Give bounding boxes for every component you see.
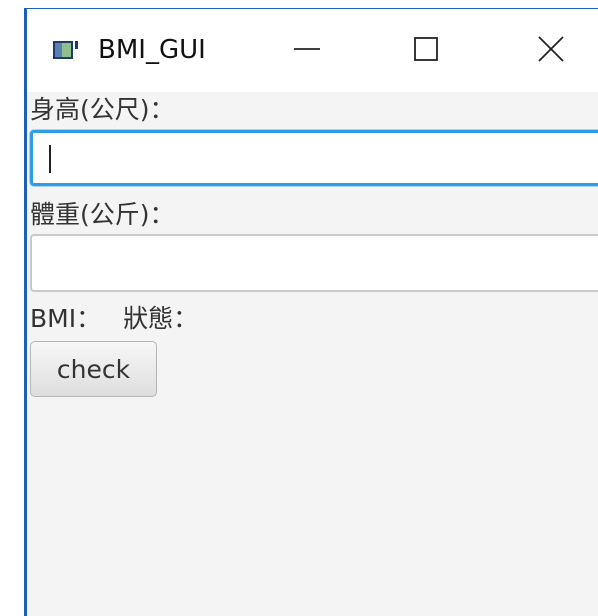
text-caret — [49, 145, 51, 173]
java-window-icon — [53, 39, 79, 61]
result-line: BMI： 狀態： — [30, 304, 198, 334]
window-title: BMI_GUI — [98, 35, 206, 65]
weight-input[interactable] — [32, 236, 598, 290]
height-label: 身高(公尺)： — [30, 95, 175, 124]
bmi-window: BMI_GUI 身高(公尺)： 體重(公斤)： BMI： 狀態： check — [24, 8, 598, 616]
minimize-button[interactable] — [277, 29, 337, 73]
close-button[interactable] — [521, 29, 581, 73]
form-panel: 身高(公尺)： 體重(公斤)： BMI： 狀態： check — [27, 92, 598, 616]
maximize-icon — [414, 37, 438, 65]
bmi-label: BMI： — [30, 304, 102, 333]
weight-label: 體重(公斤)： — [30, 200, 175, 229]
height-input[interactable] — [33, 133, 598, 183]
minimize-icon — [294, 36, 320, 66]
close-icon — [538, 36, 564, 66]
check-button[interactable]: check — [30, 341, 157, 397]
weight-field[interactable] — [30, 234, 598, 292]
title-bar[interactable]: BMI_GUI — [27, 9, 598, 92]
maximize-button[interactable] — [396, 29, 456, 73]
status-label: 狀態： — [123, 304, 199, 333]
height-field[interactable] — [30, 130, 598, 186]
